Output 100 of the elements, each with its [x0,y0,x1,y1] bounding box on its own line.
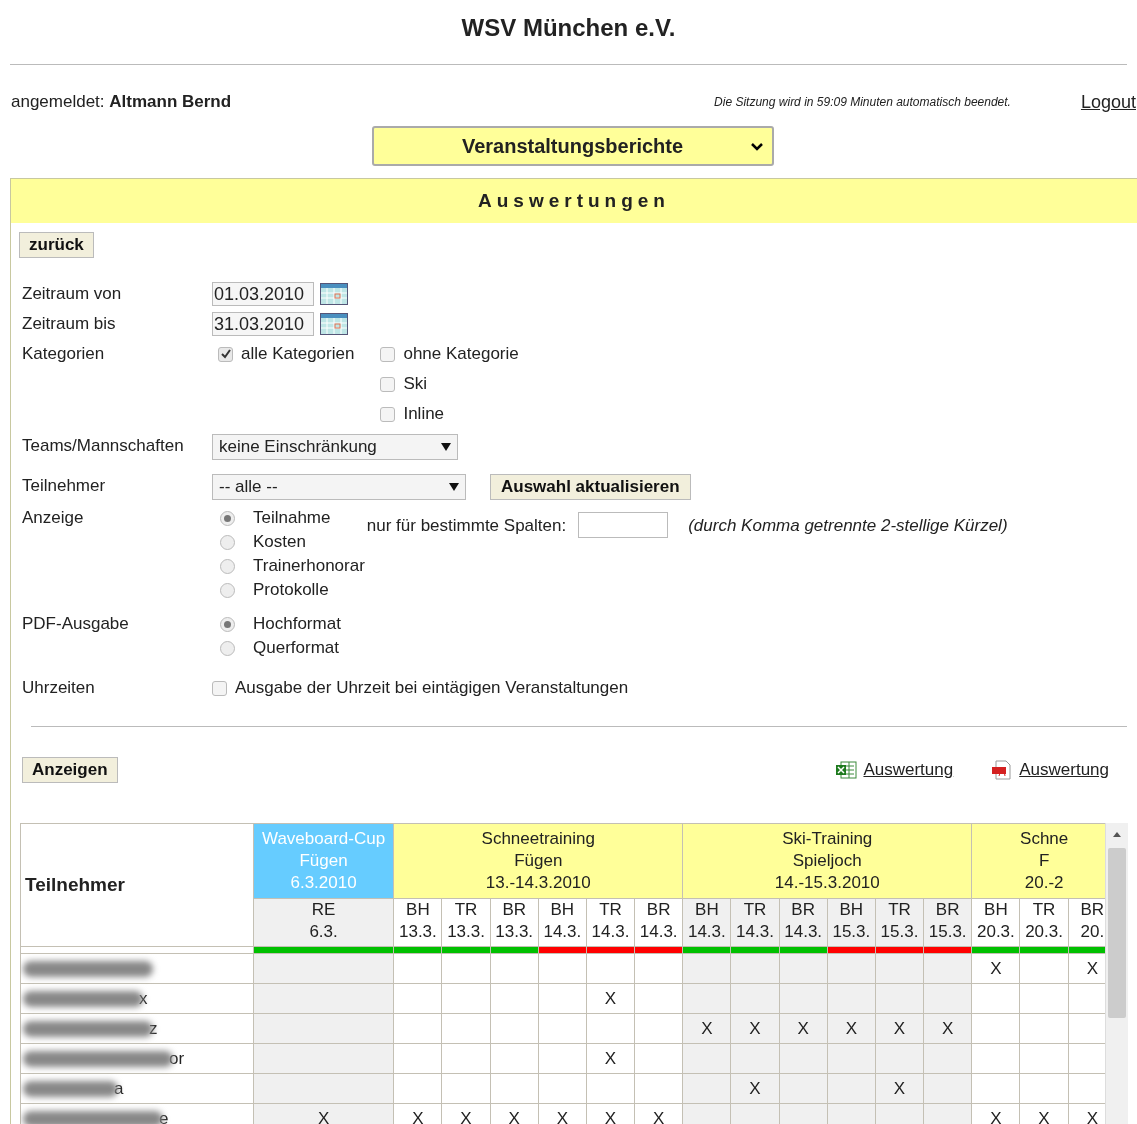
back-button[interactable]: zurück [19,232,94,258]
table-cell: X [1086,958,1098,978]
table-cell: X [701,1018,713,1038]
name-fragment: e [159,1108,169,1124]
pdf-icon[interactable] [991,760,1014,780]
table-cell: X [317,1108,330,1124]
table-cell: X [749,1018,761,1038]
dropdown-arrow-icon [449,483,459,491]
column-header: TR 14.3. [730,898,780,947]
panel-title: Auswertungen [478,190,670,212]
columns-input-field[interactable] [578,512,669,538]
spreadsheet-icon[interactable] [835,761,858,779]
field-label: Uhrzeiten [22,677,96,699]
table-cell: X [749,1078,761,1098]
column-header: BH 14.3. [682,898,731,947]
chevron-icon [749,142,764,152]
column-header: Teilnehmer [20,823,254,947]
table-cell: X [653,1108,665,1124]
columns-label: nur für bestimmte Spalten: [366,516,567,536]
column-header: BH 13.3. [393,898,442,947]
checkbox[interactable] [212,680,227,696]
checkbox[interactable] [218,346,233,362]
radio-button[interactable] [220,510,235,526]
columns-hint: (durch Komma getrennte 2-stellige Kürzel) [688,516,1008,536]
table-cell: X [1038,1108,1050,1124]
column-header: TR 20.3. [1019,898,1069,947]
radio-label: Trainerhonorar [253,556,365,576]
field-label: Zeitraum bis [22,313,117,335]
column-header: BH 20.3. [971,898,1020,947]
show-button[interactable]: Anzeigen [22,757,118,783]
date-field[interactable]: 31.03.2010 [212,312,314,336]
column-header: BR 13.3. [490,898,539,947]
checkbox-label: ohne Kategorie [403,344,519,364]
radio-label: Teilnahme [253,508,331,528]
field-label: Zeitraum von [22,283,123,305]
table-cell: X [893,1078,906,1098]
column-header: BR 15.3. [923,898,972,947]
column-header: BR 14.3. [634,898,683,947]
table-cell: X [412,1108,424,1124]
column-header: BR 14.3. [779,898,828,947]
field-label: PDF-Ausgabe [22,613,130,635]
name-fragment: a [114,1078,124,1098]
radio-button[interactable] [220,582,235,598]
export-link[interactable]: Auswertung [863,760,954,780]
radio-button[interactable] [220,616,235,632]
checkbox-label: Inline [403,404,445,424]
event-header: Ski-Training Spieljoch 14.-15.3.2010 [682,823,972,899]
scrollbar-thumb[interactable] [1108,848,1126,1018]
radio-button[interactable] [220,558,235,574]
calendar-icon[interactable] [320,313,348,335]
column-header: TR 15.3. [875,898,924,947]
field-label: Kategorien [22,343,106,365]
column-header: TR 14.3. [586,898,635,947]
update-selection-button[interactable]: Auswahl aktualisieren [490,474,691,500]
column-header: BH 15.3. [827,898,876,947]
radio-button[interactable] [220,640,235,656]
checkbox[interactable] [380,376,396,392]
table-cell: X [604,1048,617,1068]
vertical-scrollbar[interactable] [1105,823,1128,1124]
column-header: BH 14.3. [538,898,587,947]
participant-dropdown[interactable]: -- alle -- [212,474,466,500]
checkbox-label: Ausgabe der Uhrzeit bei eintägigen Veranstaltungen [235,678,629,698]
date-field[interactable]: 01.03.2010 [212,282,314,306]
checkbox[interactable] [380,346,396,362]
table-cell: X [942,1018,954,1038]
event-header: Waveboard-Cup Fügen 6.3.2010 [253,823,394,899]
table-cell: X [1086,1108,1098,1124]
export-link[interactable]: Auswertung [1019,760,1109,780]
table-cell: X [990,1108,1002,1124]
table-cell: X [556,1108,568,1124]
site-title: WSV München e.V. [460,13,677,43]
session-note: Die Sitzung wird in 59:09 Minuten automatisch beendet. [714,95,1011,109]
table-cell: X [990,958,1002,978]
checkbox-label: Ski [403,374,428,394]
radio-label: Querformat [253,638,339,658]
name-fragment: or [169,1048,185,1068]
logged-in-user: angemeldet: Altmann Bernd [11,92,232,112]
column-header: RE 6.3. [253,898,394,947]
scroll-up-icon[interactable] [1112,831,1122,838]
checkbox-label: alle Kategorien [241,344,355,364]
radio-label: Protokolle [253,580,329,600]
table-cell: X [460,1108,472,1124]
name-fragment: x [139,988,148,1008]
name-fragment: z [149,1018,158,1038]
table-cell: X [893,1018,906,1038]
checkbox[interactable] [380,406,396,422]
report-select[interactable]: Veranstaltungsberichte [371,126,774,166]
table-cell: X [604,988,617,1008]
teams-dropdown[interactable]: keine Einschränkung [212,434,458,460]
dropdown-arrow-icon [441,443,451,451]
field-label: Anzeige [22,507,85,529]
table-cell: X [604,1108,617,1124]
radio-label: Kosten [253,532,306,552]
logout-link[interactable]: Logout [1080,91,1136,113]
calendar-icon[interactable] [320,283,348,305]
radio-button[interactable] [220,534,235,550]
event-header: Schne F 20.-2 [971,823,1105,899]
event-header: Schneetraining Fügen 13.-14.3.2010 [393,823,683,899]
table-cell: X [508,1108,520,1124]
table-cell: X [797,1018,809,1038]
